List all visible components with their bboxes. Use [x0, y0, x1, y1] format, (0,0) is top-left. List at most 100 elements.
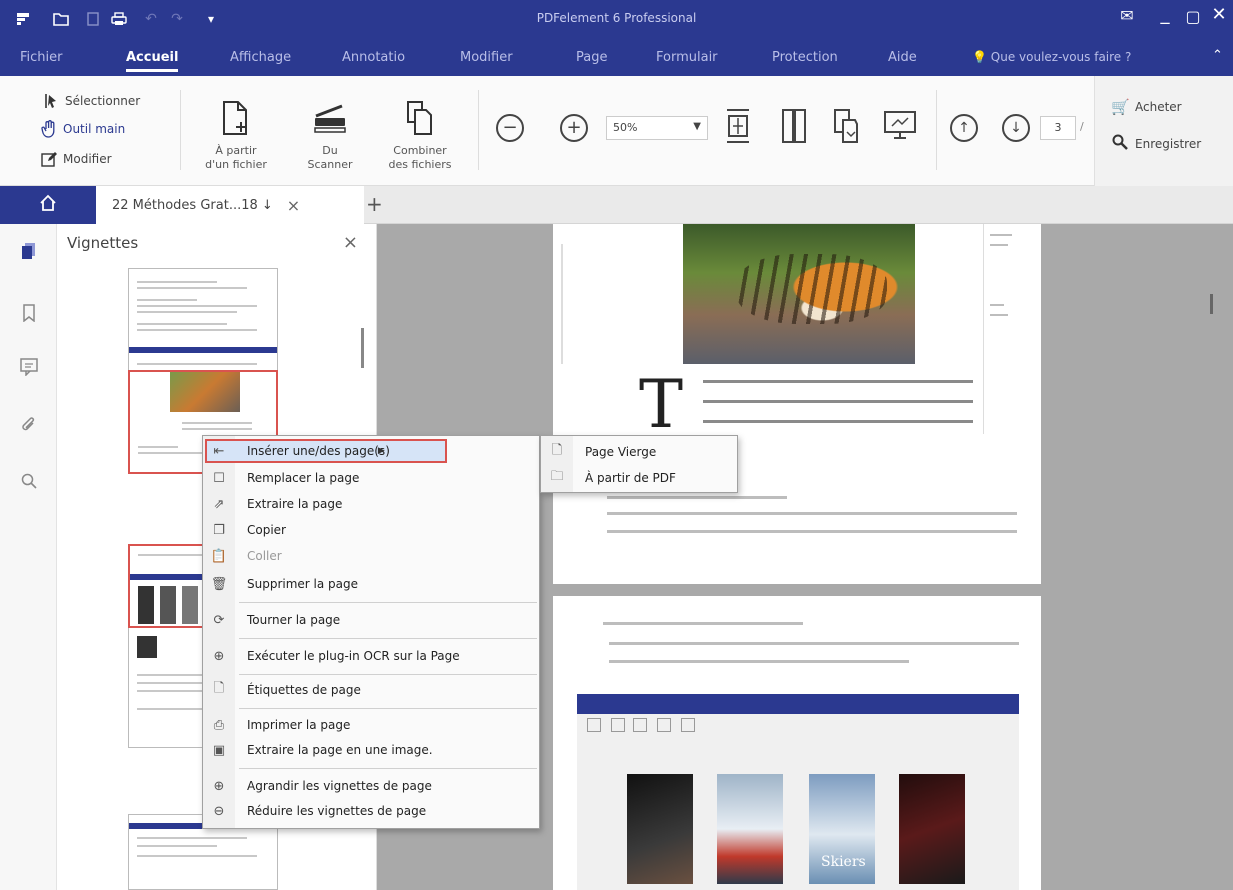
scanner-label-2: Scanner — [307, 158, 353, 171]
document-tab-bar: 22 Méthodes Grat...18 ↓ × + — [0, 186, 1233, 224]
search-icon[interactable] — [16, 468, 42, 494]
menu-page[interactable]: Page — [576, 50, 607, 65]
select-tool-button[interactable]: Sélectionner — [42, 92, 140, 110]
tell-me-label: Que voulez-vous faire ? — [990, 50, 1132, 64]
bookmark-icon[interactable] — [16, 300, 42, 326]
from-scanner-button[interactable]: Du Scanner — [290, 96, 370, 172]
new-tab-button[interactable]: + — [366, 192, 383, 216]
menu-reduce-thumbnails[interactable]: ⊖ Réduire les vignettes de page — [203, 798, 539, 824]
menu-aide[interactable]: Aide — [888, 50, 917, 65]
attachment-icon[interactable] — [16, 412, 42, 438]
print-page-icon: ⎙ — [213, 717, 225, 733]
arrow-down-icon: ↓ — [1010, 120, 1022, 136]
rotate-page-icon: ⟳ — [213, 612, 225, 628]
side-note-panel — [983, 224, 1019, 434]
page-number-input[interactable]: 3 — [1040, 116, 1076, 140]
blank-page-icon: 🗋 — [551, 443, 563, 458]
zoom-level-select[interactable]: 50% ▼ — [606, 116, 708, 140]
mail-icon[interactable]: ✉ — [1114, 6, 1140, 25]
register-button[interactable]: Enregistrer — [1111, 134, 1201, 154]
menu-rotate-page[interactable]: ⟳ Tourner la page — [203, 607, 539, 633]
combine-files-button[interactable]: Combiner des fichiers — [380, 96, 460, 172]
home-tab[interactable] — [0, 186, 96, 224]
menu-accueil[interactable]: Accueil — [126, 50, 179, 72]
hand-icon — [40, 120, 58, 138]
paste-icon: 📋 — [210, 548, 228, 564]
menu-export-image[interactable]: ▣ Extraire la page en une image. — [203, 737, 539, 763]
menu-insert-pages[interactable]: ⇤ Insérer une/des page(s) ▶ — [203, 438, 539, 464]
rotate-view-icon[interactable] — [826, 106, 866, 154]
ocr-icon: ⊕ — [213, 648, 225, 664]
menu-annotation[interactable]: Annotatio — [342, 50, 405, 65]
collapse-ribbon-icon[interactable]: ⌃ — [1212, 48, 1223, 63]
ribbon: Sélectionner Outil main Modifier À parti… — [0, 76, 1233, 186]
maximize-button[interactable]: ▢ — [1180, 7, 1206, 26]
embedded-screenshot: Skiers — [577, 714, 1019, 890]
zoom-in-thumbs-icon: ⊕ — [213, 778, 225, 794]
menu-ocr-page[interactable]: ⊕ Exécuter le plug-in OCR sur la Page — [203, 643, 539, 669]
fit-page-icon[interactable] — [718, 106, 758, 154]
close-window-button[interactable]: ✕ — [1206, 4, 1232, 25]
lightbulb-icon: 💡 — [972, 50, 987, 64]
app-title: PDFelement 6 Professional — [536, 11, 697, 25]
new-file-icon — [216, 96, 256, 140]
zoom-in-button[interactable]: + — [560, 114, 588, 142]
register-label: Enregistrer — [1135, 137, 1202, 151]
from-file-label-1: À partir — [215, 144, 257, 157]
menu-delete-page[interactable]: 🗑 Supprimer la page — [203, 571, 539, 597]
presentation-icon[interactable] — [880, 106, 920, 150]
menu-enlarge-thumbnails[interactable]: ⊕ Agrandir les vignettes de page — [203, 773, 539, 799]
document-scrollbar[interactable] — [1210, 294, 1213, 314]
zoom-out-thumbs-icon: ⊖ — [213, 803, 225, 819]
document-tab[interactable]: 22 Méthodes Grat...18 ↓ × — [96, 186, 364, 224]
arrow-up-icon: ↑ — [958, 120, 970, 136]
edit-icon — [40, 150, 58, 168]
menu-fichier[interactable]: Fichier — [20, 50, 63, 65]
tell-me-search[interactable]: 💡 Que voulez-vous faire ? — [972, 50, 1131, 64]
buy-button[interactable]: 🛒 Acheter — [1111, 98, 1182, 116]
page-total-label: / — [1080, 120, 1084, 133]
menu-copy[interactable]: ❐ Copier — [203, 517, 539, 543]
thumbnails-scrollbar[interactable] — [361, 328, 364, 368]
select-tool-label: Sélectionner — [65, 94, 141, 108]
scanner-icon — [310, 96, 350, 140]
thumbnails-icon[interactable] — [16, 238, 42, 264]
document-tab-label: 22 Méthodes Grat...18 ↓ — [112, 197, 273, 213]
hand-tool-button[interactable]: Outil main — [40, 120, 125, 138]
zoom-out-button[interactable]: − — [496, 114, 524, 142]
menu-affichage[interactable]: Affichage — [230, 50, 291, 65]
edit-tool-button[interactable]: Modifier — [40, 150, 112, 168]
buy-label: Acheter — [1135, 100, 1182, 114]
next-page-button[interactable]: ↓ — [1002, 114, 1030, 142]
chevron-down-icon: ▼ — [693, 121, 701, 132]
hand-tool-label: Outil main — [63, 122, 126, 136]
menu-replace-page[interactable]: ☐ Remplacer la page — [203, 465, 539, 491]
close-panel-icon[interactable]: × — [343, 232, 358, 253]
combine-label-1: Combiner — [393, 144, 447, 157]
menu-paste[interactable]: 📋 Coller — [203, 543, 539, 569]
menu-extract-page[interactable]: ⇗ Extraire la page — [203, 491, 539, 517]
embedded-screenshot-toolbar — [577, 694, 1019, 714]
menu-modifier[interactable]: Modifier — [460, 50, 513, 65]
fit-width-icon[interactable] — [774, 106, 814, 154]
menu-protection[interactable]: Protection — [772, 50, 838, 65]
key-search-icon — [1111, 134, 1129, 154]
menu-page-labels[interactable]: 🗋 Étiquettes de page — [203, 677, 539, 703]
close-tab-icon[interactable]: × — [287, 196, 300, 215]
drop-cap: T — [639, 366, 684, 443]
copy-icon: ❐ — [213, 522, 225, 538]
create-from-file-button[interactable]: À partir d'un fichier — [196, 96, 276, 172]
previous-page-button[interactable]: ↑ — [950, 114, 978, 142]
comments-icon[interactable] — [16, 354, 42, 380]
scanner-label-1: Du — [322, 144, 338, 157]
menu-formulaire[interactable]: Formulair — [656, 50, 718, 65]
from-file-label-2: d'un fichier — [205, 158, 267, 171]
menu-print-page[interactable]: ⎙ Imprimer la page — [203, 712, 539, 738]
submenu-from-pdf[interactable]: 🗀 À partir de PDF — [541, 465, 737, 491]
submenu-blank-page[interactable]: 🗋 Page Vierge — [541, 439, 737, 465]
menu-bar: Fichier Accueil Affichage Annotatio Modi… — [0, 44, 1233, 76]
export-image-icon: ▣ — [212, 742, 226, 758]
minimize-button[interactable]: _ — [1152, 4, 1178, 25]
combine-icon — [400, 96, 440, 140]
extract-page-icon: ⇗ — [213, 496, 225, 512]
